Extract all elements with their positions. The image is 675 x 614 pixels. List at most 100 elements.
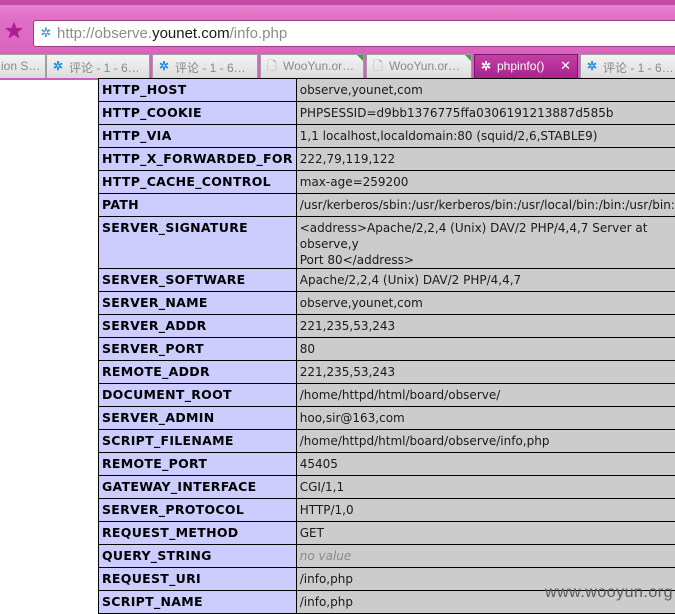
env-key: SERVER_ADMIN xyxy=(99,407,297,430)
env-value-line: <address>Apache/2,2,4 (Unix) DAV/2 PHP/4… xyxy=(300,220,675,252)
env-value: PHPSESSID=d9bb1376775ffa0306191213887d58… xyxy=(296,102,675,125)
phpinfo-environment-table: HTTP_HOSTobserve,younet,com HTTP_COOKIEP… xyxy=(98,78,675,614)
address-bar-url[interactable]: http://observe.younet.com/info.php xyxy=(57,25,287,42)
table-row: HTTP_COOKIEPHPSESSID=d9bb1376775ffa03061… xyxy=(99,102,675,125)
table-row: HTTP_X_FORWARDED_FOR222,79,119,122 xyxy=(99,148,675,171)
tab-item[interactable]: 🗋 WooYun.or… xyxy=(366,54,472,78)
site-favicon-icon: ✲ xyxy=(585,59,599,73)
env-key: REQUEST_METHOD xyxy=(99,522,297,545)
env-key: DOCUMENT_ROOT xyxy=(99,384,297,407)
env-value: observe,younet,com xyxy=(296,292,675,315)
document-icon: 🗋 xyxy=(371,59,385,73)
env-value: HTTP/1,0 xyxy=(296,499,675,522)
env-value: 45405 xyxy=(296,453,675,476)
tab-label: WooYun.or… xyxy=(283,59,354,73)
tab-phpinfo-active[interactable]: ✲ phpinfo() ✕ xyxy=(474,54,578,78)
env-key: SERVER_PORT xyxy=(99,338,297,361)
env-key: SERVER_PROTOCOL xyxy=(99,499,297,522)
tab-item[interactable]: ✲ 评论 - 1 - 6… xyxy=(580,54,675,78)
env-key: HTTP_X_FORWARDED_FOR xyxy=(99,148,297,171)
tab-label: WooYun.or… xyxy=(389,59,460,73)
tab-item[interactable]: ion S… xyxy=(0,54,46,78)
tab-item[interactable]: 🗋 WooYun.or… xyxy=(260,54,364,78)
bookmark-star-icon[interactable]: ★ xyxy=(3,21,25,43)
chrome-top-line xyxy=(0,0,675,5)
env-key: SERVER_NAME xyxy=(99,292,297,315)
env-key: REQUEST_URI xyxy=(99,568,297,591)
env-value: observe,younet,com xyxy=(296,79,675,102)
env-key: REMOTE_PORT xyxy=(99,453,297,476)
table-row: HTTP_VIA1,1 localhost,localdomain:80 (sq… xyxy=(99,125,675,148)
table-row: SERVER_SOFTWAREApache/2,2,4 (Unix) DAV/2… xyxy=(99,269,675,292)
site-favicon-icon: ✲ xyxy=(157,59,171,73)
table-row: SERVER_ADDR221,235,53,243 xyxy=(99,315,675,338)
url-path: /info.php xyxy=(230,25,288,42)
env-value: 80 xyxy=(296,338,675,361)
tab-label: 评论 - 1 - 6… xyxy=(69,59,140,76)
env-value: max-age=259200 xyxy=(296,171,675,194)
table-row: SCRIPT_FILENAME/home/httpd/html/board/ob… xyxy=(99,430,675,453)
env-key: HTTP_CACHE_CONTROL xyxy=(99,171,297,194)
document-icon: 🗋 xyxy=(265,59,279,73)
env-value: Apache/2,2,4 (Unix) DAV/2 PHP/4,4,7 xyxy=(296,269,675,292)
env-key: HTTP_VIA xyxy=(99,125,297,148)
env-key: SERVER_ADDR xyxy=(99,315,297,338)
env-value: <address>Apache/2,2,4 (Unix) DAV/2 PHP/4… xyxy=(296,217,675,269)
browser-chrome: ★ ✲ http://observe.younet.com/info.php i… xyxy=(0,0,675,80)
env-key: SCRIPT_FILENAME xyxy=(99,430,297,453)
table-row: SERVER_SIGNATURE<address>Apache/2,2,4 (U… xyxy=(99,217,675,269)
env-value-line: Port 80</address> xyxy=(300,252,675,268)
table-row: DOCUMENT_ROOT/home/httpd/html/board/obse… xyxy=(99,384,675,407)
tab-label: 评论 - 1 - 6… xyxy=(175,59,246,76)
tab-label: phpinfo() xyxy=(497,59,544,73)
env-key: SERVER_SIGNATURE xyxy=(99,217,297,269)
env-key: SERVER_SOFTWARE xyxy=(99,269,297,292)
close-tab-icon[interactable]: ✕ xyxy=(560,58,571,74)
table-row: HTTP_HOSTobserve,younet,com xyxy=(99,79,675,102)
url-host: younet.com xyxy=(152,25,230,42)
tab-label: 评论 - 1 - 6… xyxy=(603,59,674,76)
env-value: GET xyxy=(296,522,675,545)
table-row: REMOTE_PORT45405 xyxy=(99,453,675,476)
env-value: 222,79,119,122 xyxy=(296,148,675,171)
table-row: SERVER_ADMINhoo,sir@163,com xyxy=(99,407,675,430)
env-key: GATEWAY_INTERFACE xyxy=(99,476,297,499)
env-value-empty: no value xyxy=(296,545,675,568)
env-key: SCRIPT_NAME xyxy=(99,591,297,614)
tab-unread-marker xyxy=(465,55,471,61)
table-row: REMOTE_ADDR221,235,53,243 xyxy=(99,361,675,384)
table-row: REQUEST_METHODGET xyxy=(99,522,675,545)
env-value: hoo,sir@163,com xyxy=(296,407,675,430)
table-row: SERVER_PROTOCOLHTTP/1,0 xyxy=(99,499,675,522)
watermark-text: www.wooyun.org xyxy=(545,584,673,602)
env-value: /home/httpd/html/board/observe/ xyxy=(296,384,675,407)
tab-item[interactable]: ✲ 评论 - 1 - 6… xyxy=(152,54,258,78)
table-row: GATEWAY_INTERFACECGI/1,1 xyxy=(99,476,675,499)
table-row: SERVER_PORT80 xyxy=(99,338,675,361)
url-prefix: http://observe. xyxy=(57,25,152,42)
env-value: /home/httpd/html/board/observe/info,php xyxy=(296,430,675,453)
table-row: HTTP_CACHE_CONTROLmax-age=259200 xyxy=(99,171,675,194)
env-value: /usr/kerberos/sbin:/usr/kerberos/bin:/us… xyxy=(296,194,675,217)
env-value: 221,235,53,243 xyxy=(296,361,675,384)
site-favicon-icon: ✲ xyxy=(38,26,54,42)
table-row: PATH/usr/kerberos/sbin:/usr/kerberos/bin… xyxy=(99,194,675,217)
env-value: 1,1 localhost,localdomain:80 (squid/2,6,… xyxy=(296,125,675,148)
env-key: HTTP_HOST xyxy=(99,79,297,102)
env-key: HTTP_COOKIE xyxy=(99,102,297,125)
table-row: SERVER_NAMEobserve,younet,com xyxy=(99,292,675,315)
tab-unread-marker xyxy=(357,55,363,61)
env-value: 221,235,53,243 xyxy=(296,315,675,338)
tab-item[interactable]: ✲ 评论 - 1 - 6… xyxy=(46,54,150,78)
site-favicon-icon: ✲ xyxy=(479,59,493,73)
tab-label: ion S… xyxy=(1,59,40,73)
site-favicon-icon: ✲ xyxy=(51,59,65,73)
page-content: HTTP_HOSTobserve,younet,com HTTP_COOKIEP… xyxy=(0,80,675,604)
env-key: PATH xyxy=(99,194,297,217)
table-row: QUERY_STRINGno value xyxy=(99,545,675,568)
address-bar[interactable]: ✲ http://observe.younet.com/info.php xyxy=(33,20,675,47)
env-key: REMOTE_ADDR xyxy=(99,361,297,384)
env-key: QUERY_STRING xyxy=(99,545,297,568)
tab-strip: ion S… ✲ 评论 - 1 - 6… ✲ 评论 - 1 - 6… 🗋 Woo… xyxy=(0,54,675,78)
env-value: CGI/1,1 xyxy=(296,476,675,499)
